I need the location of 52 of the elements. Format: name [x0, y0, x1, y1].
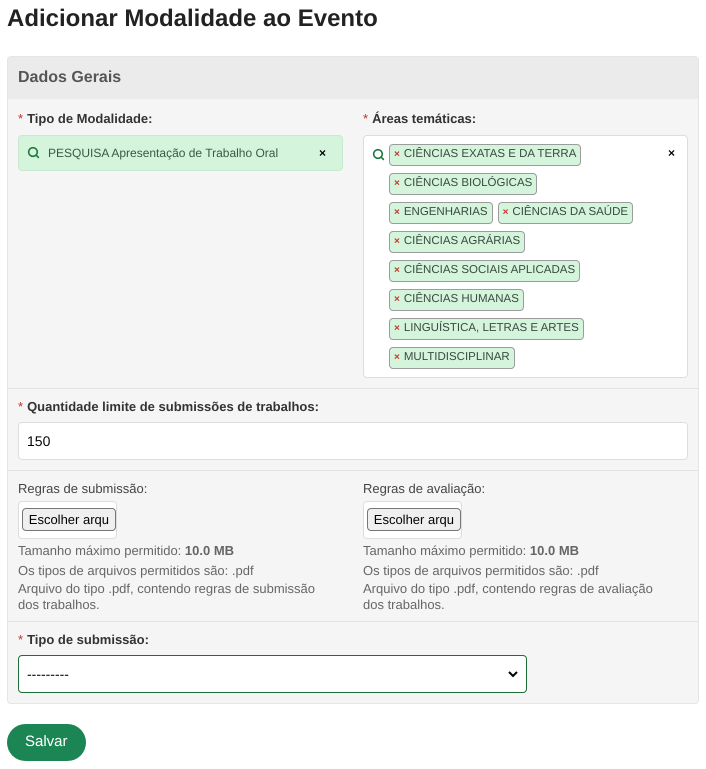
field-label: Tipo de submissão:: [27, 630, 149, 649]
choose-file-button[interactable]: Escolher arqu: [366, 508, 461, 532]
remove-icon[interactable]: ×: [394, 350, 400, 365]
modality-select[interactable]: PESQUISA Apresentação de Trabalho Oral ×: [18, 134, 343, 170]
field-label: Tipo de Modalidade:: [27, 110, 152, 128]
help-text: Arquivo do tipo .pdf, contendo regras de submissão dos trabalhos.: [18, 580, 316, 612]
field-label: Áreas temáticas:: [372, 110, 476, 128]
tag-label: CIÊNCIAS BIOLÓGICAS: [404, 175, 532, 191]
remove-icon[interactable]: ×: [394, 292, 400, 307]
remove-icon[interactable]: ×: [394, 205, 400, 220]
limit-input[interactable]: 150: [18, 422, 688, 460]
field-label: Regras de submissão:: [18, 480, 148, 498]
field-label: Regras de avaliação:: [363, 480, 486, 498]
selected-value: PESQUISA Apresentação de Trabalho Oral: [48, 144, 280, 162]
panel-header: Dados Gerais: [8, 57, 698, 99]
chevron-down-icon: [508, 670, 518, 678]
clear-icon[interactable]: ×: [668, 144, 675, 162]
file-input[interactable]: Escolher arqu: [363, 500, 462, 538]
remove-icon[interactable]: ×: [394, 321, 400, 336]
save-button[interactable]: Salvar: [7, 724, 86, 761]
size-hint: Tamanho máximo permitido: 10.0 MB: [363, 542, 580, 560]
size-hint: Tamanho máximo permitido: 10.0 MB: [18, 542, 236, 560]
file-input[interactable]: Escolher arqu: [18, 500, 117, 538]
clear-icon[interactable]: ×: [318, 144, 326, 162]
required-mark: *: [18, 398, 24, 416]
required-mark: *: [18, 630, 24, 648]
help-text: Arquivo do tipo .pdf, contendo regras de avaliação dos trabalhos.: [363, 580, 654, 612]
page-title: Adicionar Modalidade ao Evento: [7, 4, 379, 34]
remove-icon[interactable]: ×: [394, 176, 400, 191]
tag-label: CIÊNCIAS SOCIAIS APLICADAS: [404, 262, 576, 278]
tag-label: ENGENHARIAS: [404, 204, 488, 220]
required-mark: *: [18, 110, 24, 128]
remove-icon[interactable]: ×: [394, 147, 400, 162]
remove-icon[interactable]: ×: [502, 205, 508, 220]
tag-label: CIÊNCIAS AGRÁRIAS: [404, 233, 520, 249]
tag-label: CIÊNCIAS EXATAS E DA TERRA: [404, 146, 576, 162]
types-hint: Os tipos de arquivos permitidos são: .pdf: [363, 562, 600, 580]
submission-type-select[interactable]: ---------: [18, 655, 527, 693]
tag-label: CIÊNCIAS DA SAÚDE: [512, 204, 628, 220]
remove-icon[interactable]: ×: [394, 234, 400, 249]
select-value: ---------: [27, 664, 69, 684]
tag-label: LINGUÍSTICA, LETRAS E ARTES: [404, 320, 579, 336]
tag-label: MULTIDISCIPLINAR: [404, 350, 510, 365]
areas-select[interactable]: [363, 134, 688, 378]
field-label: Quantidade limite de submissões de trabalhos:: [27, 398, 319, 416]
search-icon: [372, 148, 385, 160]
tag-label: CIÊNCIAS HUMANAS: [404, 291, 519, 307]
types-hint: Os tipos de arquivos permitidos são: .pdf: [18, 562, 255, 580]
search-icon: [27, 146, 40, 159]
required-mark: *: [363, 110, 368, 128]
remove-icon[interactable]: ×: [394, 263, 400, 278]
choose-file-button[interactable]: Escolher arqu: [22, 508, 116, 532]
